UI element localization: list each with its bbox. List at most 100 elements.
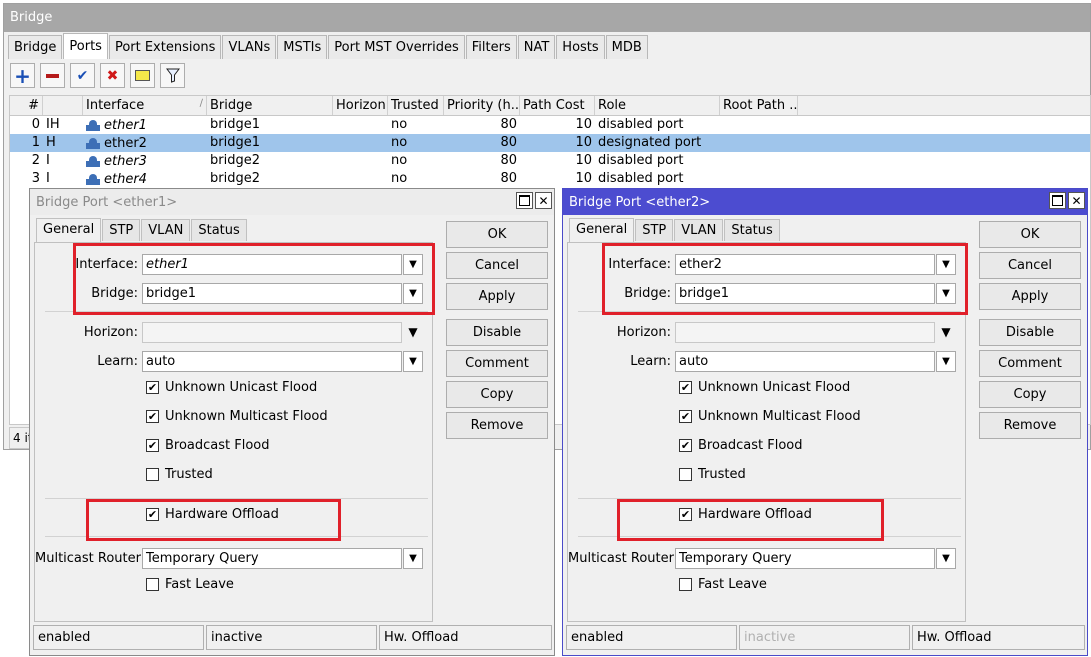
unknown-multicast-flood-checkbox[interactable]: ✔ Unknown Multicast Flood [679,409,861,424]
broadcast-flood-checkbox[interactable]: ✔ Broadcast Flood [679,438,803,453]
row-interface-name: ether4 [104,171,147,187]
comment-button[interactable] [130,63,155,88]
tab-vlan[interactable]: VLAN [674,219,724,241]
tab-hosts[interactable]: Hosts [556,35,605,59]
interface-icon [86,155,100,167]
tab-general[interactable]: General [569,218,635,242]
disable-button[interactable]: ✖ [100,63,125,88]
tab-port-extensions[interactable]: Port Extensions [108,35,222,59]
unknown-multicast-flood-checkbox[interactable]: ✔ Unknown Multicast Flood [146,409,328,424]
copy-button[interactable]: Copy [446,381,548,408]
col-role[interactable]: Role [595,96,720,115]
checkbox-mark: ✔ [679,410,692,423]
table-row[interactable]: 3 I ether4 bridge2 no 80 10 disabled por… [10,170,1090,188]
col-root-path[interactable]: Root Path ... [720,96,798,115]
remove-button[interactable]: Remove [979,412,1081,439]
tab-bridge[interactable]: Bridge [8,35,63,59]
row-interface-name: ether2 [104,135,147,151]
tab-vlans[interactable]: VLANs [222,35,277,59]
horizon-input[interactable] [675,321,935,343]
learn-select[interactable]: auto [142,350,402,372]
copy-button[interactable]: Copy [979,381,1081,408]
row-trusted: no [391,171,408,186]
tab-status[interactable]: Status [724,219,780,241]
col-flags[interactable] [43,96,83,115]
ok-button[interactable]: OK [446,221,548,248]
horizon-input[interactable] [142,321,402,343]
enable-button[interactable]: ✔ [70,63,95,88]
close-icon[interactable]: ✕ [1068,192,1085,209]
status-enabled: enabled [566,625,737,650]
add-button[interactable]: + [10,63,35,88]
broadcast-flood-checkbox[interactable]: ✔ Broadcast Flood [146,438,270,453]
table-row[interactable]: 2 I ether3 bridge2 no 80 10 disabled por… [10,152,1090,170]
maximize-icon[interactable] [516,192,533,209]
col-horizon[interactable]: Horizon [333,96,388,115]
dialog-title-bar[interactable]: Bridge Port <ether1> ✕ [30,189,554,215]
remove-button[interactable] [40,63,65,88]
row-trusted: no [391,117,408,132]
dropdown-arrow-icon[interactable]: ▼ [936,350,956,372]
table-row[interactable]: 1 H ether2 bridge1 no 80 10 designated p… [10,134,1090,152]
tab-general[interactable]: General [36,218,102,242]
col-interface[interactable]: Interface ∕ [83,96,207,115]
cross-icon: ✖ [106,67,119,84]
col-trusted[interactable]: Trusted [388,96,444,115]
tab-port-mst-overrides[interactable]: Port MST Overrides [328,35,465,59]
comment-button[interactable]: Comment [979,350,1081,377]
status-running: inactive [739,625,910,650]
disable-button[interactable]: Disable [979,319,1081,346]
table-row[interactable]: 0 IH ether1 bridge1 no 80 10 disabled po… [10,116,1090,134]
multicast-router-label: Multicast Router: [35,550,146,566]
trusted-checkbox[interactable]: Trusted [146,467,213,482]
close-icon[interactable]: ✕ [535,192,552,209]
tab-stp[interactable]: STP [635,219,674,241]
apply-button[interactable]: Apply [446,283,548,310]
col-num[interactable]: # [10,96,43,115]
multicast-router-select[interactable]: Temporary Query [142,547,402,569]
tab-nat[interactable]: NAT [517,35,556,59]
fast-leave-checkbox[interactable]: Fast Leave [146,577,234,592]
cancel-button[interactable]: Cancel [979,252,1081,279]
window-controls: ✕ [516,192,552,209]
tab-mstis[interactable]: MSTIs [277,35,328,59]
fast-leave-checkbox[interactable]: Fast Leave [679,577,767,592]
maximize-icon[interactable] [1049,192,1066,209]
dialog-title-bar[interactable]: Bridge Port <ether2> ✕ [563,189,1087,215]
col-path-cost[interactable]: Path Cost [520,96,595,115]
dropdown-arrow-icon[interactable]: ▼ [403,350,423,372]
tab-ports[interactable]: Ports [63,33,108,59]
tab-filters[interactable]: Filters [465,35,517,59]
tab-status[interactable]: Status [191,219,247,241]
trusted-checkbox[interactable]: Trusted [679,467,746,482]
row-root-path [720,170,798,188]
tab-mdb[interactable]: MDB [605,35,648,59]
comment-button[interactable]: Comment [446,350,548,377]
dialog-tabs: General STP VLAN Status [36,218,248,242]
remove-button[interactable]: Remove [446,412,548,439]
col-bridge[interactable]: Bridge [207,96,333,115]
row-priority: 80 [500,135,517,150]
disable-button[interactable]: Disable [446,319,548,346]
unknown-unicast-flood-checkbox[interactable]: ✔ Unknown Unicast Flood [146,380,317,395]
chevron-down-icon[interactable]: ▼ [936,322,956,343]
learn-select[interactable]: auto [675,350,935,372]
tab-vlan[interactable]: VLAN [141,219,191,241]
multicast-router-select[interactable]: Temporary Query [675,547,935,569]
chevron-down-icon[interactable]: ▼ [403,322,423,343]
dropdown-arrow-icon[interactable]: ▼ [936,547,956,569]
col-priority[interactable]: Priority (h... [444,96,520,115]
checkbox-label: Broadcast Flood [698,438,803,453]
dropdown-arrow-icon[interactable]: ▼ [403,547,423,569]
apply-button[interactable]: Apply [979,283,1081,310]
row-flags: IH [46,117,60,132]
highlight-box [86,499,341,541]
tab-stp[interactable]: STP [102,219,141,241]
cancel-button[interactable]: Cancel [446,252,548,279]
row-trusted: no [391,153,408,168]
filter-button[interactable] [160,63,185,88]
unknown-unicast-flood-checkbox[interactable]: ✔ Unknown Unicast Flood [679,380,850,395]
row-path-cost: 10 [575,171,592,186]
ok-button[interactable]: OK [979,221,1081,248]
checkbox-label: Unknown Unicast Flood [165,380,318,395]
